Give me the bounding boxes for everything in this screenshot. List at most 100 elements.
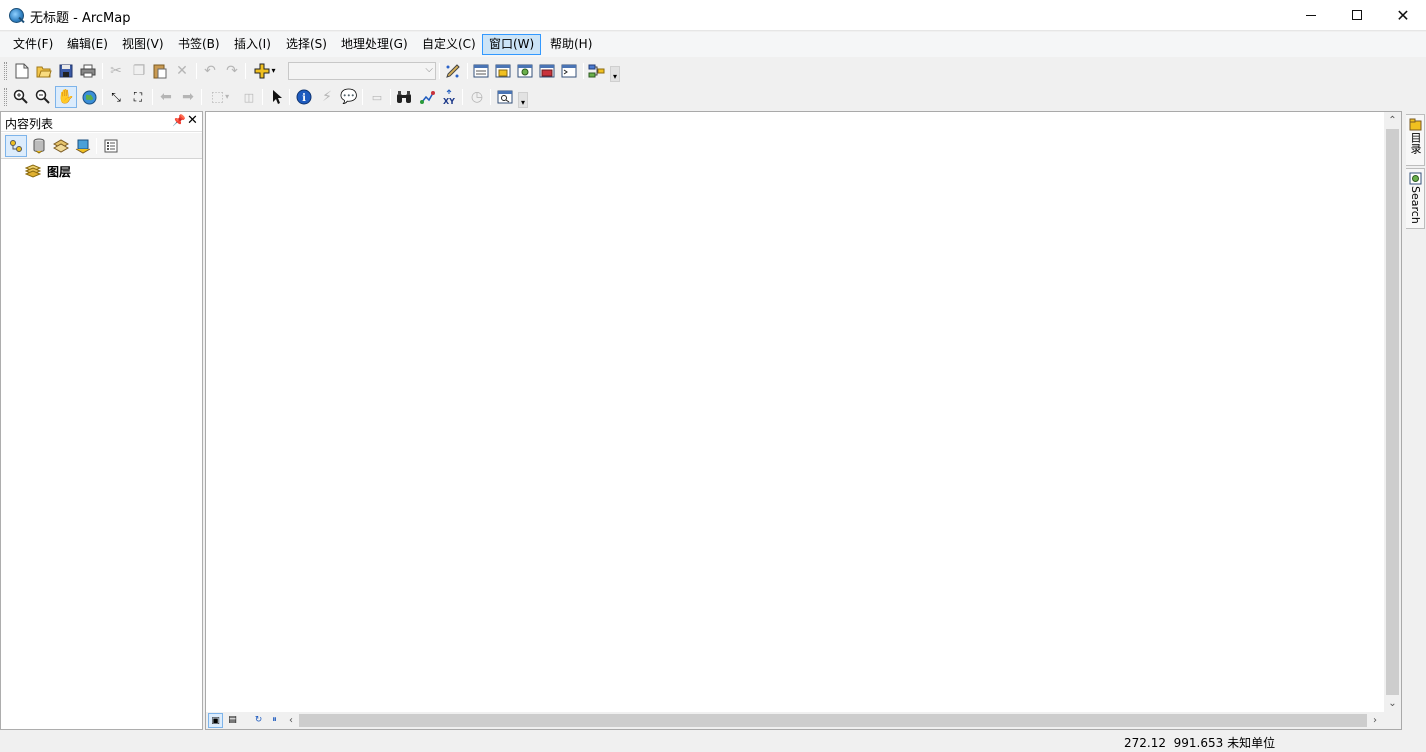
create-viewer-window-button[interactable]	[494, 86, 516, 108]
editor-toolbar-icon	[446, 64, 460, 78]
close-button[interactable]: ✕	[1380, 0, 1426, 31]
toolbar-grip[interactable]	[4, 62, 7, 80]
menu-bookmarks[interactable]: 书签(B)	[172, 34, 226, 55]
menu-selection[interactable]: 选择(S)	[280, 34, 333, 55]
table-of-contents-panel: 内容列表 📌 ✕ 图层	[0, 111, 203, 730]
pan-button[interactable]: ✋	[55, 86, 77, 108]
arctoolbox-icon	[539, 64, 555, 78]
delete-button[interactable]: ✕	[171, 60, 193, 82]
add-data-button[interactable]: ▾	[250, 60, 280, 82]
editor-toolbar-button[interactable]	[442, 60, 464, 82]
toolbar-overflow-button[interactable]: ▾	[610, 66, 620, 82]
list-by-drawing-order-button[interactable]	[5, 135, 27, 157]
save-icon	[59, 64, 73, 78]
back-extent-button[interactable]: ⬅	[155, 86, 177, 108]
toolbar-grip[interactable]	[4, 88, 7, 106]
toolbar-overflow-button[interactable]: ▾	[518, 92, 528, 108]
new-document-button[interactable]	[11, 60, 33, 82]
forward-extent-button[interactable]: ➡	[177, 86, 199, 108]
toolbar-separator	[362, 89, 363, 105]
vertical-scroll-thumb[interactable]	[1386, 129, 1399, 695]
minimize-button[interactable]	[1288, 0, 1334, 31]
html-popup-icon: 💬	[340, 89, 358, 105]
measure-button[interactable]: ▭	[366, 86, 388, 108]
cut-button[interactable]: ✂	[105, 60, 127, 82]
menu-customize[interactable]: 自定义(C)	[416, 34, 482, 55]
model-builder-button[interactable]	[586, 60, 608, 82]
catalog-window-button[interactable]	[492, 60, 514, 82]
zoom-out-button[interactable]	[32, 86, 54, 108]
scroll-up-icon[interactable]: ⌃	[1384, 112, 1401, 129]
toolbar-separator	[96, 138, 97, 154]
toc-options-button[interactable]	[100, 135, 122, 157]
data-view-icon: ▣	[211, 716, 220, 726]
menu-file[interactable]: 文件(F)	[7, 34, 59, 55]
refresh-button[interactable]: ↻	[251, 713, 266, 728]
zoom-in-button[interactable]	[10, 86, 32, 108]
scroll-right-icon[interactable]: ›	[1368, 712, 1382, 729]
list-by-selection-button[interactable]	[72, 135, 94, 157]
fixed-zoom-in-button[interactable]: ⤡	[105, 86, 127, 108]
maximize-button[interactable]	[1334, 0, 1380, 31]
hyperlink-button[interactable]: ⚡	[316, 86, 338, 108]
data-view-button[interactable]: ▣	[208, 713, 223, 728]
time-slider-button[interactable]: ◷	[466, 86, 488, 108]
toolbar-separator	[196, 63, 197, 79]
open-button[interactable]	[33, 60, 55, 82]
menu-help[interactable]: 帮助(H)	[544, 34, 598, 55]
search-window-icon	[517, 64, 533, 78]
vertical-scrollbar[interactable]: ⌃ ⌄	[1384, 112, 1401, 712]
list-by-source-icon	[33, 138, 45, 154]
layout-view-button[interactable]: ▤	[225, 713, 240, 728]
toc-window-button[interactable]	[470, 60, 492, 82]
fixed-zoom-in-icon: ⤡	[111, 90, 121, 104]
full-extent-button[interactable]	[78, 86, 100, 108]
close-icon[interactable]: ✕	[187, 113, 198, 128]
save-button[interactable]	[55, 60, 77, 82]
find-button[interactable]	[393, 86, 415, 108]
pause-drawing-button[interactable]: ⏸	[267, 713, 282, 728]
chevron-down-icon: ⌵	[425, 64, 433, 75]
find-route-button[interactable]	[416, 86, 438, 108]
print-button[interactable]	[77, 60, 99, 82]
paste-button[interactable]	[149, 60, 171, 82]
model-builder-icon	[588, 64, 605, 78]
identify-button[interactable]: i	[293, 86, 315, 108]
scroll-left-icon[interactable]: ‹	[284, 712, 298, 729]
window-title: 无标题 - ArcMap	[30, 11, 131, 26]
layers-root-label[interactable]: 图层	[47, 163, 71, 180]
menu-view[interactable]: 视图(V)	[116, 34, 170, 55]
search-window-button[interactable]	[514, 60, 536, 82]
catalog-window-icon	[495, 64, 511, 78]
undo-button[interactable]: ↶	[199, 60, 221, 82]
dropdown-arrow-icon: ▾	[225, 92, 230, 101]
go-to-xy-button[interactable]: XY	[438, 86, 460, 108]
select-elements-button[interactable]	[266, 86, 288, 108]
select-features-button[interactable]: ⬚ ▾	[205, 86, 235, 108]
map-display[interactable]: ⌃ ⌄ ▣ ▤ ↻ ⏸ ‹ ›	[205, 111, 1402, 730]
menu-edit[interactable]: 编辑(E)	[61, 34, 114, 55]
menu-windows[interactable]: 窗口(W)	[482, 34, 542, 55]
toolbar-separator	[289, 89, 290, 105]
python-window-icon	[561, 64, 577, 78]
redo-button[interactable]: ↷	[221, 60, 243, 82]
horizontal-scroll-thumb[interactable]	[299, 714, 1367, 727]
arctoolbox-button[interactable]	[536, 60, 558, 82]
python-window-button[interactable]	[558, 60, 580, 82]
arcmap-app-icon	[9, 8, 24, 23]
html-popup-button[interactable]: 💬	[338, 86, 360, 108]
copy-button[interactable]: ❐	[128, 60, 150, 82]
catalog-dock-tab[interactable]: 目录	[1406, 114, 1425, 166]
toc-tree: 图层	[1, 160, 200, 728]
pin-icon[interactable]: 📌	[172, 114, 186, 127]
list-by-visibility-button[interactable]	[50, 135, 72, 157]
map-scale-combo[interactable]: ⌵	[288, 62, 436, 80]
new-document-icon	[15, 63, 29, 79]
fixed-zoom-out-button[interactable]: ⛶	[127, 86, 149, 108]
search-dock-tab[interactable]: Search	[1406, 168, 1425, 229]
list-by-source-button[interactable]	[28, 135, 50, 157]
scroll-down-icon[interactable]: ⌄	[1384, 695, 1401, 712]
menu-geoprocessing[interactable]: 地理处理(G)	[335, 34, 414, 55]
clear-selection-button[interactable]: ◫	[238, 86, 260, 108]
menu-insert[interactable]: 插入(I)	[228, 34, 277, 55]
